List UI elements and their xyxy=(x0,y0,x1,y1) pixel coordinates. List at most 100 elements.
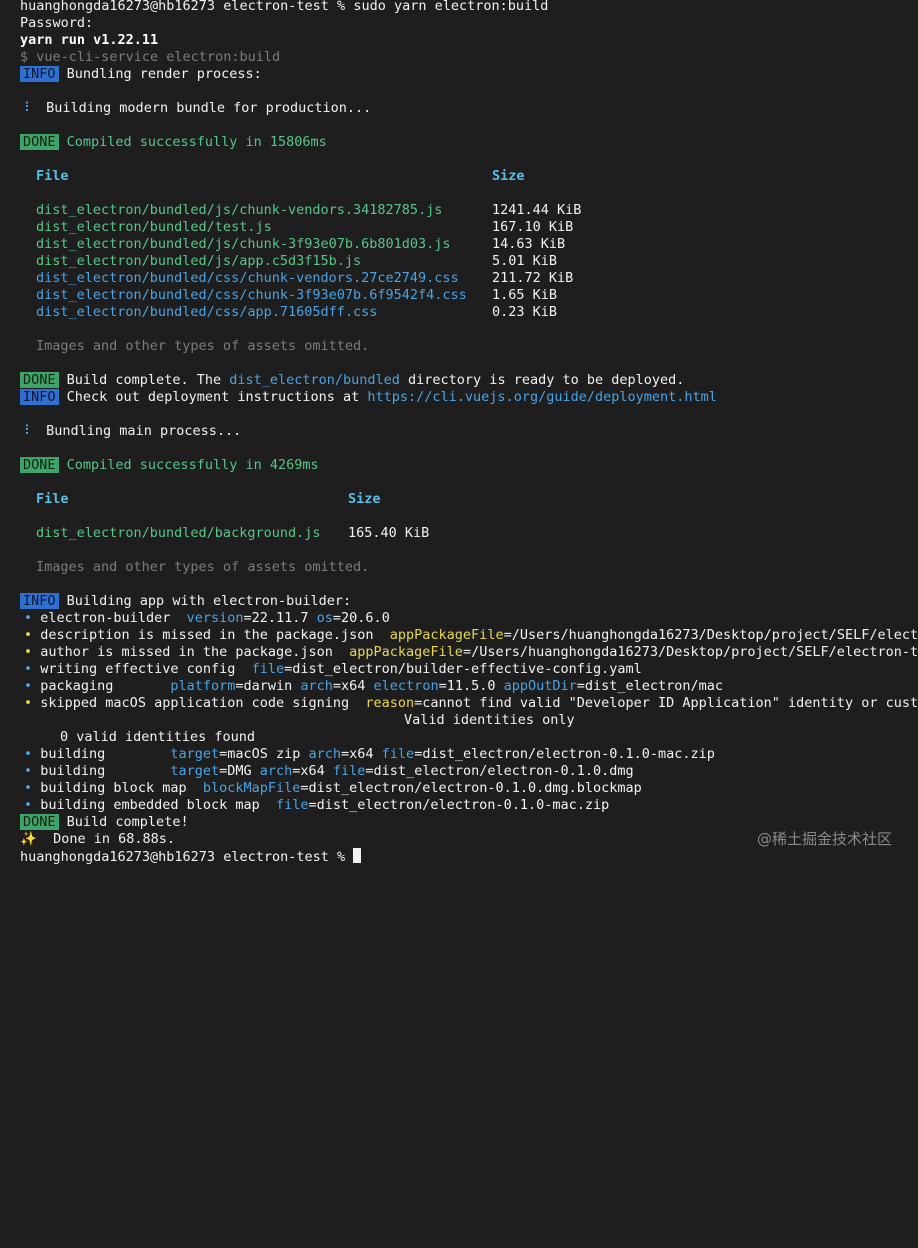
builder-key: arch xyxy=(308,746,342,762)
done-time-text: Done in 68.88s. xyxy=(53,831,175,847)
deployment-line: INFO Check out deployment instructions a… xyxy=(20,389,717,406)
final-prompt-line[interactable]: huanghongda16273@hb16273 electron-test % xyxy=(20,848,362,865)
builder-value: =dist_electron/electron-0.1.0-mac.zip xyxy=(308,797,610,813)
prompt-symbol: % xyxy=(337,849,346,865)
terminal-output: huanghongda16273@hb16273 electron-test %… xyxy=(20,0,918,1248)
password-line: Password: xyxy=(20,15,94,31)
builder-line: • author is missed in the package.json a… xyxy=(24,644,918,661)
deployment-text: Check out deployment instructions at xyxy=(66,389,368,405)
builder-key: electron xyxy=(373,678,439,694)
builder-key: target xyxy=(170,763,220,779)
builder-value: =darwin xyxy=(235,678,301,694)
render-bundling-text: Bundling render process: xyxy=(66,66,262,82)
file-name: dist_electron/bundled/background.js xyxy=(36,525,321,541)
bullet-icon: • xyxy=(24,797,33,813)
file-size: 165.40 KiB xyxy=(348,525,430,541)
builder-key: arch xyxy=(259,763,293,779)
builder-key: target xyxy=(170,746,220,762)
builder-value: =x64 xyxy=(341,746,382,762)
modern-bundle-text: Building modern bundle for production... xyxy=(46,100,372,116)
info-badge: INFO xyxy=(20,389,59,405)
yarn-run-line: yarn run v1.22.11 xyxy=(20,32,159,48)
sparkle-icon: ✨ xyxy=(20,831,37,847)
builder-complete-line: DONE Build complete! xyxy=(20,814,189,831)
info-badge: INFO xyxy=(20,593,59,609)
prompt-dir: electron-test xyxy=(223,849,329,865)
builder-value: =/Users/huanghongda16273/Desktop/project… xyxy=(503,627,918,643)
bullet-icon: • xyxy=(24,780,33,796)
bullet-icon: • xyxy=(24,644,33,660)
main-bundling-text: Bundling main process... xyxy=(46,423,242,439)
file-size: 1241.44 KiB xyxy=(492,202,582,218)
deployment-link[interactable]: https://cli.vuejs.org/guide/deployment.h… xyxy=(367,389,717,405)
build-complete-pre: Build complete. The xyxy=(66,372,230,388)
builder-value: =11.5.0 xyxy=(438,678,504,694)
builder-key: appPackageFile xyxy=(349,644,463,660)
builder-value: =x64 xyxy=(292,763,333,779)
builder-line: • building embedded block map file=dist_… xyxy=(24,797,609,814)
file-name: dist_electron/bundled/css/chunk-vendors.… xyxy=(36,270,459,286)
main-compiled-text: Compiled successfully in 4269ms xyxy=(66,457,319,473)
done-badge: DONE xyxy=(20,814,59,830)
builder-key: file xyxy=(332,763,366,779)
builder-key: version xyxy=(186,610,244,626)
main-file-header: File xyxy=(36,491,69,507)
modern-bundle-line: ⠸ Building modern bundle for production.… xyxy=(20,100,371,117)
file-name: dist_electron/bundled/js/chunk-vendors.3… xyxy=(36,202,443,218)
builder-text: building xyxy=(40,763,171,779)
builder-text: skipped macOS application code signing xyxy=(40,695,366,711)
builder-key: reason xyxy=(365,695,415,711)
prompt-command: sudo yarn electron:build xyxy=(353,0,549,14)
builder-value: =dist_electron/electron-0.1.0.dmg xyxy=(365,763,634,779)
builder-line: • writing effective config file=dist_ele… xyxy=(24,661,642,678)
prompt-line: huanghongda16273@hb16273 electron-test %… xyxy=(20,0,548,15)
main-size-header: Size xyxy=(348,491,381,507)
bullet-icon: • xyxy=(24,746,33,762)
builder-value: =DMG xyxy=(219,763,260,779)
bullet-icon: • xyxy=(24,695,33,711)
builder-value: =x64 xyxy=(332,678,374,694)
spinner-icon: ⠸ xyxy=(20,423,30,439)
file-name: dist_electron/bundled/css/chunk-3f93e07b… xyxy=(36,287,467,303)
builder-value: =dist_electron/mac xyxy=(576,678,724,694)
render-compiled-line: DONE Compiled successfully in 15806ms xyxy=(20,134,327,151)
builder-value: =macOS zip xyxy=(219,746,309,762)
file-size: 167.10 KiB xyxy=(492,219,574,235)
builder-value: =20.6.0 xyxy=(332,610,390,626)
render-bundling-line: INFO Bundling render process: xyxy=(20,66,262,83)
file-name: dist_electron/bundled/css/app.71605dff.c… xyxy=(36,304,378,320)
cursor xyxy=(353,848,362,863)
bullet-icon: • xyxy=(24,627,33,643)
builder-key: arch xyxy=(300,678,333,694)
main-compiled-line: DONE Compiled successfully in 4269ms xyxy=(20,457,319,474)
file-size: 211.72 KiB xyxy=(492,270,574,286)
file-size: 5.01 KiB xyxy=(492,253,558,269)
builder-line: • packaging platform=darwin arch=x64 ele… xyxy=(24,678,723,695)
info-badge: INFO xyxy=(20,66,59,82)
building-app-text: Building app with electron-builder: xyxy=(66,593,352,609)
builder-key: platform xyxy=(170,678,236,694)
builder-line: • building target=macOS zip arch=x64 fil… xyxy=(24,746,715,763)
builder-line: • description is missed in the package.j… xyxy=(24,627,918,644)
done-badge: DONE xyxy=(20,134,59,150)
builder-text: electron-builder xyxy=(40,610,187,626)
build-complete-post: directory is ready to be deployed. xyxy=(399,372,685,388)
builder-key: os xyxy=(316,610,333,626)
builder-text: building block map xyxy=(40,780,203,796)
done-badge: DONE xyxy=(20,457,59,473)
identities-line: 0 valid identities found xyxy=(60,729,256,745)
prompt-user-host: huanghongda16273@hb16273 xyxy=(20,0,216,14)
builder-key: appOutDir xyxy=(503,678,577,694)
building-app-line: INFO Building app with electron-builder: xyxy=(20,593,351,610)
builder-line: • building target=DMG arch=x64 file=dist… xyxy=(24,763,634,780)
file-name: dist_electron/bundled/test.js xyxy=(36,219,272,235)
render-file-header: File xyxy=(36,168,69,184)
render-size-header: Size xyxy=(492,168,525,184)
main-omitted: Images and other types of assets omitted… xyxy=(36,559,370,575)
builder-value: =dist_electron/builder-effective-config.… xyxy=(284,661,642,677)
builder-key: file xyxy=(251,661,285,677)
file-size: 1.65 KiB xyxy=(492,287,558,303)
bullet-icon: • xyxy=(24,678,33,694)
builder-value: =/Users/huanghongda16273/Desktop/project… xyxy=(462,644,918,660)
bullet-icon: • xyxy=(24,763,33,779)
